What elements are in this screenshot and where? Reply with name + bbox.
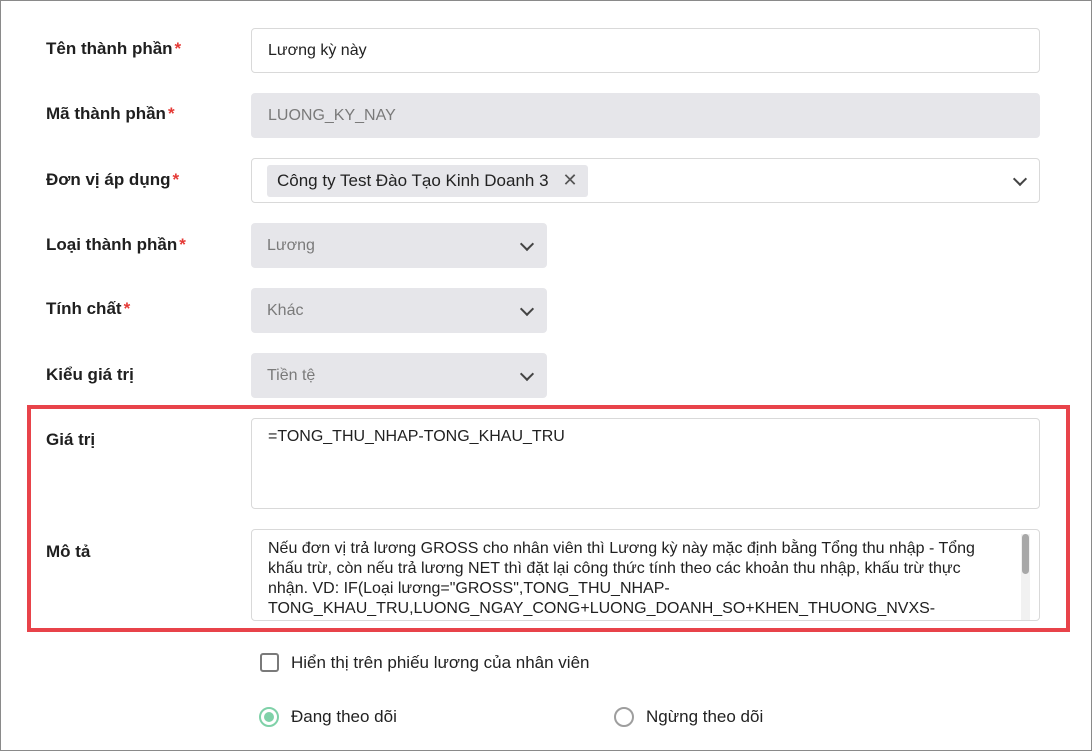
label-kieu-gia-tri: Kiểu giá trị: [46, 365, 134, 385]
status-inactive-radio[interactable]: [614, 707, 634, 727]
status-active-radio[interactable]: [259, 707, 279, 727]
kieu-gia-tri-select[interactable]: Tiền tệ: [251, 353, 547, 398]
label-ma-thanh-phan: Mã thành phần *: [46, 104, 175, 124]
label-text: Đơn vị áp dụng: [46, 170, 171, 189]
ten-thanh-phan-value: Lương kỳ này: [268, 41, 367, 59]
chevron-down-icon: [519, 236, 535, 251]
label-text: Mã thành phần: [46, 104, 166, 123]
required-mark: *: [167, 104, 175, 123]
label-gia-tri: Giá trị: [46, 430, 95, 450]
don-vi-chip-label: Công ty Test Đào Tạo Kinh Doanh 3: [277, 170, 549, 190]
tinh-chat-select[interactable]: Khác: [251, 288, 547, 333]
chevron-down-icon[interactable]: [1012, 171, 1028, 186]
mo-ta-textarea[interactable]: Nếu đơn vị trả lương GROSS cho nhân viên…: [251, 529, 1040, 621]
loai-thanh-phan-select[interactable]: Lương: [251, 223, 547, 268]
mo-ta-scrollbar[interactable]: [1021, 534, 1030, 620]
mo-ta-line-2: khấu trừ, còn nếu trả lương NET thì đặt …: [268, 560, 961, 577]
label-don-vi-ap-dung: Đơn vị áp dụng *: [46, 170, 179, 190]
tinh-chat-value: Khác: [267, 301, 304, 319]
ma-thanh-phan-input: LUONG_KY_NAY: [251, 93, 1040, 138]
required-mark: *: [172, 170, 180, 189]
kieu-gia-tri-value: Tiền tệ: [267, 366, 316, 384]
label-tinh-chat: Tính chất *: [46, 299, 130, 319]
ma-thanh-phan-value: LUONG_KY_NAY: [268, 106, 396, 124]
status-inactive-label[interactable]: Ngừng theo dõi: [646, 707, 763, 727]
status-active-label[interactable]: Đang theo dõi: [291, 707, 397, 727]
close-icon[interactable]: ✕: [563, 170, 578, 191]
don-vi-ap-dung-select[interactable]: Công ty Test Đào Tạo Kinh Doanh 3 ✕: [251, 158, 1040, 203]
chevron-down-icon: [519, 301, 535, 316]
label-text: Mô tả: [46, 542, 91, 561]
mo-ta-line-4: TONG_KHAU_TRU,LUONG_NGAY_CONG+LUONG_DOAN…: [268, 600, 936, 617]
required-mark: *: [174, 39, 182, 58]
label-ten-thanh-phan: Tên thành phần *: [46, 39, 181, 59]
required-mark: *: [123, 299, 131, 318]
label-text: Kiểu giá trị: [46, 365, 134, 384]
chevron-down-icon: [519, 366, 535, 381]
scrollbar-thumb[interactable]: [1022, 534, 1029, 574]
label-loai-thanh-phan: Loại thành phần *: [46, 235, 186, 255]
label-text: Tên thành phần: [46, 39, 173, 58]
label-mo-ta: Mô tả: [46, 542, 90, 562]
gia-tri-textarea[interactable]: =TONG_THU_NHAP-TONG_KHAU_TRU: [251, 418, 1040, 509]
gia-tri-value: =TONG_THU_NHAP-TONG_KHAU_TRU: [268, 428, 565, 445]
loai-thanh-phan-value: Lương: [267, 236, 315, 254]
label-text: Giá trị: [46, 430, 96, 449]
show-on-payslip-label[interactable]: Hiển thị trên phiếu lương của nhân viên: [291, 653, 590, 673]
mo-ta-line-1: Nếu đơn vị trả lương GROSS cho nhân viên…: [268, 540, 975, 557]
mo-ta-line-3: nhận. VD: IF(Loại lương="GROSS",TONG_THU…: [268, 580, 670, 597]
don-vi-chip: Công ty Test Đào Tạo Kinh Doanh 3 ✕: [267, 164, 588, 197]
required-mark: *: [179, 235, 186, 254]
label-text: Tính chất: [46, 299, 122, 318]
label-text: Loại thành phần: [46, 235, 178, 254]
ten-thanh-phan-input[interactable]: Lương kỳ này: [251, 28, 1040, 73]
show-on-payslip-checkbox[interactable]: [260, 653, 279, 672]
